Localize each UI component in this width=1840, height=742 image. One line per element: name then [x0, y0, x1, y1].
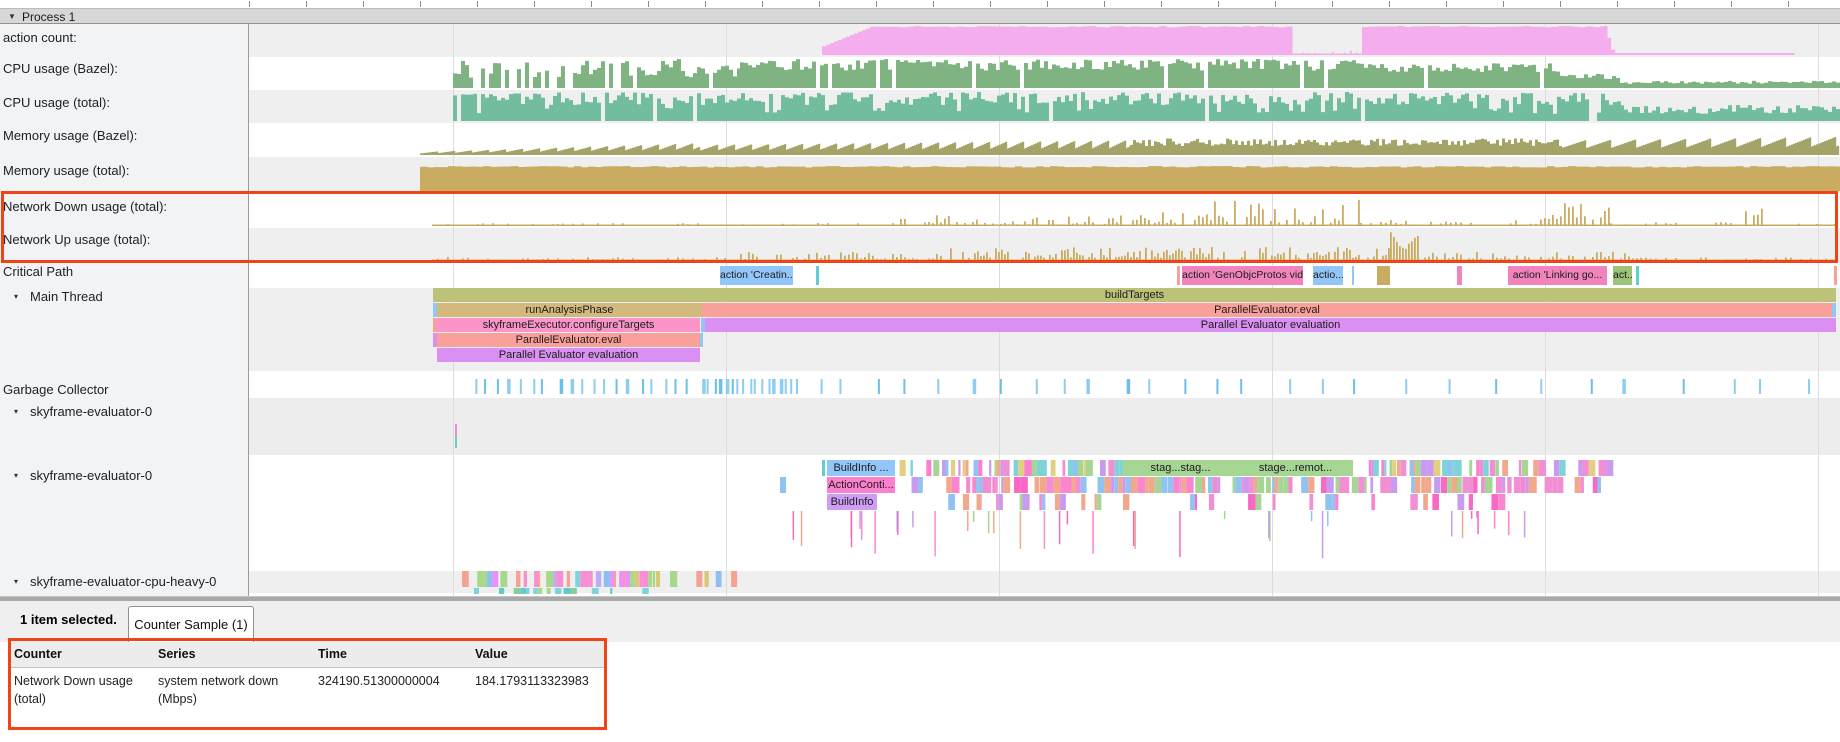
track-label-memory-usage-total[interactable]: Memory usage (total):: [3, 163, 129, 179]
table-cell: 184.1793113323983: [475, 672, 605, 690]
skyframe-span[interactable]: [822, 460, 825, 476]
skyframe-span[interactable]: BuildInfo: [827, 494, 877, 510]
main-thread-span[interactable]: [700, 333, 703, 347]
expand-arrow-icon[interactable]: ▾: [14, 404, 30, 420]
counter-chart-memory-usage-bazel[interactable]: [420, 137, 1839, 155]
detail-panel: Network Down usage (total)system network…: [0, 642, 1840, 742]
main-thread-span[interactable]: buildTargets: [433, 288, 1836, 302]
track-label-cpu-usage-bazel[interactable]: CPU usage (Bazel):: [3, 61, 118, 77]
track-label-text: Main Thread: [30, 289, 103, 304]
track-label-main-thread[interactable]: ▾Main Thread: [14, 289, 103, 305]
table-cell: system network down (Mbps): [158, 672, 308, 708]
expand-arrow-icon[interactable]: ▾: [14, 289, 30, 305]
sky1-marker[interactable]: [455, 424, 457, 448]
critical-path-span[interactable]: [1352, 266, 1354, 285]
critical-path-span[interactable]: action 'GenObjcProtos video/...: [1182, 266, 1303, 285]
track-label-text: skyframe-evaluator-0: [30, 468, 152, 483]
track-label-cpu-usage-total[interactable]: CPU usage (total):: [3, 95, 110, 111]
table-column-header: Time: [318, 647, 347, 661]
counter-chart-network-up-usage-total[interactable]: [432, 232, 1838, 261]
trace-viewer: ▼ Process 1 action 'Creatin... action 'Ge…: [0, 0, 1840, 742]
track-label-text: skyframe-evaluator-0: [30, 404, 152, 419]
skyframe-span[interactable]: BuildInfo ...: [827, 460, 895, 476]
track-label-skyframe-evaluator-cpu-heavy-0[interactable]: ▾skyframe-evaluator-cpu-heavy-0: [14, 574, 216, 590]
track-label-text: CPU usage (total):: [3, 95, 110, 110]
track-label-skyframe-evaluator-0-b[interactable]: ▾skyframe-evaluator-0: [14, 468, 152, 484]
table-column-header: Counter: [14, 647, 62, 661]
main-thread-span[interactable]: Parallel Evaluator evaluation: [705, 318, 1836, 332]
critical-path-span[interactable]: action 'Linking go...: [1508, 266, 1607, 285]
collapse-arrow-icon[interactable]: ▼: [8, 12, 16, 22]
sky2-drops: [793, 511, 1526, 558]
counter-chart-cpu-usage-total[interactable]: [453, 92, 1840, 121]
expand-arrow-icon[interactable]: ▾: [14, 574, 30, 590]
table-header-row: [11, 642, 604, 668]
critical-path-span[interactable]: action 'Creatin...: [720, 266, 793, 285]
main-thread-span[interactable]: ParallelEvaluator.eval: [437, 333, 700, 347]
skyframe-span[interactable]: stage...remot...: [1238, 460, 1353, 476]
track-label-text: Network Down usage (total):: [3, 199, 167, 214]
counter-chart-action-count[interactable]: [822, 26, 1795, 55]
skyframe-span[interactable]: ActionConti...: [827, 477, 895, 493]
table-cell: Network Down usage (total): [14, 672, 149, 708]
bottom-tab-bar: 1 item selected. Counter Sample (1): [0, 601, 1840, 642]
critical-path-span[interactable]: [1377, 266, 1390, 285]
critical-path-span[interactable]: [816, 266, 819, 285]
track-label-text: Memory usage (Bazel):: [3, 128, 137, 143]
critical-path-span[interactable]: [1177, 266, 1180, 285]
table-column-header: Series: [158, 647, 196, 661]
table-cell: 324190.51300000004: [318, 672, 468, 690]
counter-chart-cpu-usage-bazel[interactable]: [453, 59, 1840, 88]
counter-chart-network-down-usage-total[interactable]: [432, 200, 1838, 226]
track-label-text: Garbage Collector: [3, 382, 109, 397]
expand-arrow-icon[interactable]: ▾: [14, 468, 30, 484]
main-thread-span[interactable]: ParallelEvaluator.eval: [702, 303, 1832, 317]
track-label-text: CPU usage (Bazel):: [3, 61, 118, 76]
tab-counter-sample[interactable]: Counter Sample (1): [128, 606, 254, 643]
skyframe-span[interactable]: stag...stag...: [1123, 460, 1238, 476]
track-label-text: Network Up usage (total):: [3, 232, 150, 247]
counter-chart-memory-usage-total[interactable]: [420, 166, 1840, 191]
critical-path-span[interactable]: [1457, 266, 1462, 285]
critical-path-span[interactable]: act...: [1613, 266, 1632, 285]
track-label-text: skyframe-evaluator-cpu-heavy-0: [30, 574, 216, 589]
track-label-text: Memory usage (total):: [3, 163, 129, 178]
process-header[interactable]: ▼ Process 1: [0, 8, 1840, 24]
track-label-text: action count:: [3, 30, 77, 45]
main-thread-span[interactable]: [1832, 303, 1836, 317]
critical-path-span[interactable]: actio...: [1313, 266, 1343, 285]
main-thread-span[interactable]: Parallel Evaluator evaluation: [437, 348, 700, 362]
gc-ticks[interactable]: [475, 379, 1810, 394]
main-thread-span[interactable]: runAnalysisPhase: [437, 303, 702, 317]
process-title: Process 1: [22, 10, 75, 24]
track-label-network-up-usage-total[interactable]: Network Up usage (total):: [3, 232, 150, 248]
critical-path-span[interactable]: [1834, 266, 1837, 285]
track-label-critical-path[interactable]: Critical Path: [3, 264, 73, 280]
track-label-action-count[interactable]: action count:: [3, 30, 77, 46]
track-label-text: Critical Path: [3, 264, 73, 279]
track-label-network-down-usage-total[interactable]: Network Down usage (total):: [3, 199, 167, 215]
critical-path-span[interactable]: [1636, 266, 1639, 285]
track-label-memory-usage-bazel[interactable]: Memory usage (Bazel):: [3, 128, 137, 144]
track-label-garbage-collector[interactable]: Garbage Collector: [3, 382, 109, 398]
track-label-skyframe-evaluator-0-a[interactable]: ▾skyframe-evaluator-0: [14, 404, 152, 420]
cpu-heavy-clusters[interactable]: [462, 571, 737, 594]
selection-status: 1 item selected.: [20, 612, 117, 627]
table-column-header: Value: [475, 647, 508, 661]
main-thread-span[interactable]: skyframeExecutor.configureTargets: [437, 318, 700, 332]
